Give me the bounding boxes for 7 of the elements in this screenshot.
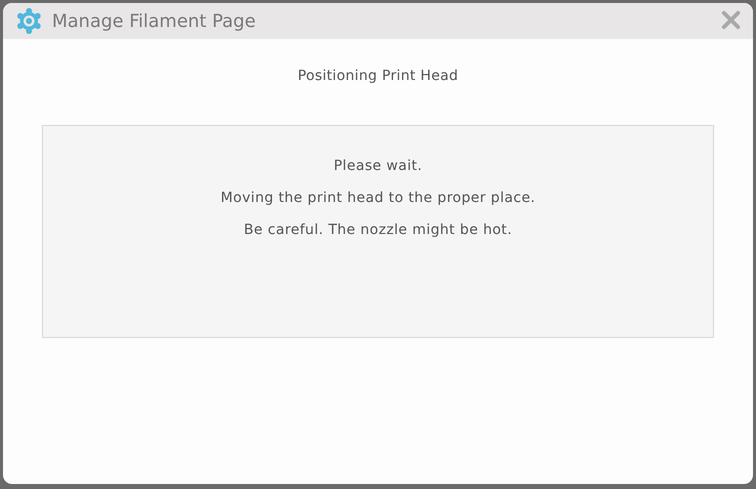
message-line: Be careful. The nozzle might be hot. xyxy=(244,221,512,239)
message-line: Moving the print head to the proper place. xyxy=(220,189,536,207)
gear-icon xyxy=(16,8,42,34)
message-line: Please wait. xyxy=(334,157,422,175)
window-title: Manage Filament Page xyxy=(52,10,257,32)
step-heading: Positioning Print Head xyxy=(298,68,458,84)
close-icon[interactable] xyxy=(721,10,741,30)
